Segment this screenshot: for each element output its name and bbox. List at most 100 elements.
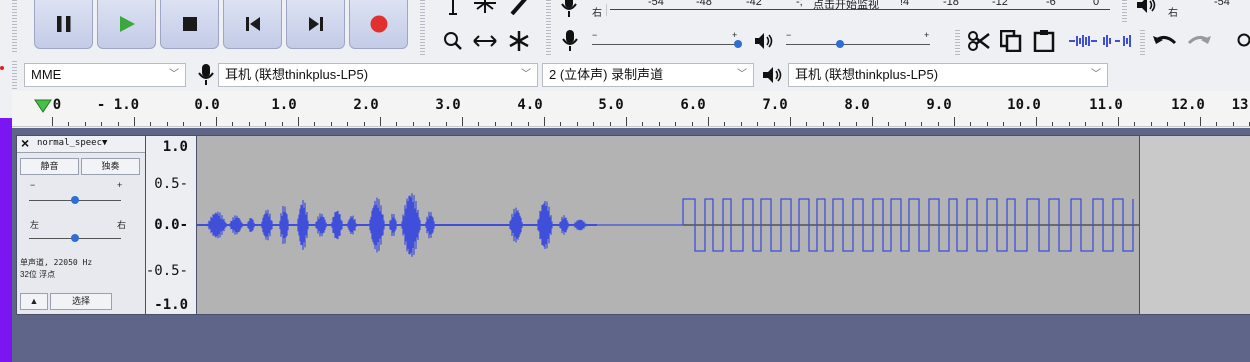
play-button[interactable] (97, 0, 156, 49)
select-track-button[interactable]: 选择 (50, 293, 112, 310)
record-button[interactable] (349, 0, 408, 49)
ruler-tick (1200, 117, 1201, 126)
ruler-tick (117, 122, 119, 126)
silence-audio-icon[interactable] (1102, 34, 1132, 48)
solo-button[interactable]: 独奏 (81, 158, 140, 175)
ruler-tick (248, 122, 250, 126)
ruler-tick (576, 122, 578, 126)
ruler-tick (232, 122, 234, 126)
ruler-tick (1232, 122, 1234, 126)
ruler-label: - 1.0 (96, 97, 140, 113)
skip-to-end-button[interactable] (286, 0, 345, 49)
device-toolbar-grip[interactable] (12, 61, 17, 89)
skip-to-start-button[interactable] (223, 0, 282, 49)
ruler-tick (691, 122, 693, 126)
undo-toolbar-grip[interactable] (1140, 30, 1145, 56)
meter-tick: 0 (1093, 0, 1100, 8)
ruler-tick (773, 122, 775, 126)
ruler-tick (708, 117, 709, 126)
ruler-label: 9.0 (926, 97, 952, 113)
ruler-tick (1052, 122, 1054, 126)
envelope-tool-button[interactable] (472, 0, 498, 18)
start-monitoring-label[interactable]: 点击开始监视 (813, 0, 879, 12)
edit-toolbar-grip[interactable] (955, 30, 960, 56)
transport-toolbar-grip[interactable] (12, 0, 17, 52)
ruler-tick (166, 122, 168, 126)
microphone-icon[interactable] (560, 0, 578, 18)
pan-left-label: 左 (30, 220, 40, 230)
recording-channels-select[interactable]: 2 (立体声) 录制声道 ﹀ (542, 63, 754, 87)
ruler-tick (855, 122, 857, 126)
ruler-tick (1068, 122, 1070, 126)
ruler-tick (462, 117, 463, 126)
ruler-tick (84, 122, 86, 126)
chevron-down-icon: ﹀ (737, 69, 747, 80)
copy-icon[interactable] (1000, 30, 1022, 52)
ruler-tick (445, 122, 447, 126)
mixer-toolbar-grip[interactable] (546, 30, 551, 56)
ruler-label: 2.0 (353, 97, 379, 113)
multi-tool-button[interactable] (506, 28, 532, 54)
pan-slider[interactable] (29, 232, 123, 244)
mute-button[interactable]: 静音 (20, 158, 79, 175)
ruler-tick (511, 122, 513, 126)
record-meter-scale[interactable]: -54 -48 -42 -; 点击开始监视 !4 -18 -12 -6 0 (610, 0, 1125, 12)
playback-meter-grip[interactable] (1122, 0, 1127, 24)
amplitude-label: 0.5- (154, 176, 188, 192)
audacity-window: 右 -54 -48 -42 -; 点击开始监视 !4 -18 -12 -6 0 … (0, 0, 1250, 362)
selection-tool-button[interactable] (440, 0, 466, 18)
play-head-triangle-icon[interactable] (34, 99, 52, 113)
i-beam-icon (449, 0, 457, 15)
chevron-down-icon: ﹀ (169, 69, 179, 80)
playback-meter-speaker-icon[interactable] (1136, 0, 1158, 16)
ruler-label: 13 (1231, 97, 1249, 113)
collapse-track-button[interactable]: ▲ (20, 293, 48, 310)
audio-host-select[interactable]: MME ﹀ (24, 63, 186, 87)
amplitude-label: 1.0 (162, 139, 188, 155)
ruler-tick (822, 122, 824, 126)
ruler-label: 4.0 (517, 97, 543, 113)
trim-audio-icon[interactable] (1068, 34, 1098, 48)
recording-volume-slider[interactable]: − + (590, 30, 750, 50)
undo-icon[interactable] (1152, 32, 1178, 50)
ruler-tick (740, 122, 742, 126)
empty-track-region[interactable] (1140, 135, 1250, 315)
playback-device-select[interactable]: 耳机 (联想thinkplus-LP5) ﹀ (788, 63, 1108, 87)
track-control-panel[interactable]: × normal_speec▼ 静音 独奏 − + 左 右 单声道, 22050… (16, 135, 146, 315)
ruler-tick (757, 122, 759, 126)
pan-right-label: 右 (117, 220, 127, 230)
double-arrow-icon (473, 35, 497, 47)
ruler-tick (380, 117, 381, 126)
waveform-canvas[interactable] (196, 135, 1140, 315)
ruler-label: 6.0 (680, 97, 706, 113)
ruler-tick (527, 122, 529, 126)
scissors-icon[interactable] (968, 30, 990, 52)
playback-volume-slider[interactable]: − + (784, 30, 934, 50)
draw-tool-button[interactable] (506, 0, 532, 18)
track-close-button[interactable]: × (21, 135, 29, 151)
amplitude-ruler[interactable]: 1.0 0.5- 0.0- -0.5- -1.0 (146, 135, 196, 315)
zoom-tool-button[interactable] (440, 28, 466, 54)
ruler-tick (134, 117, 135, 126)
paste-icon[interactable] (1033, 30, 1055, 52)
recording-volume-icon (562, 30, 578, 51)
gain-slider[interactable] (29, 194, 123, 206)
ruler-tick (183, 122, 185, 126)
ruler-label: 3.0 (435, 97, 461, 113)
timeline-ruler[interactable]: 0 - 1.0 0.0 1.0 2.0 3.0 4.0 5.0 6.0 7.0 … (12, 91, 1250, 127)
meter-tick: -48 (696, 0, 712, 8)
recording-device-select[interactable]: 耳机 (联想thinkplus-LP5) ﹀ (218, 63, 538, 87)
track-name-menu[interactable]: normal_speec▼ (37, 138, 107, 148)
pause-button[interactable] (34, 0, 93, 49)
playback-device-value: 耳机 (联想thinkplus-LP5) (795, 67, 939, 82)
stop-button[interactable] (160, 0, 219, 49)
amplitude-label: -0.5- (145, 263, 188, 279)
ruler-tick (1003, 122, 1005, 126)
tools-toolbar-grip[interactable] (420, 0, 425, 56)
zoom-in-icon[interactable] (1236, 32, 1250, 48)
ruler-tick (494, 122, 496, 126)
redo-icon[interactable] (1186, 32, 1212, 50)
time-shift-tool-button[interactable] (472, 28, 498, 54)
ruler-tick (724, 122, 726, 126)
gain-minus-label: − (30, 180, 36, 190)
